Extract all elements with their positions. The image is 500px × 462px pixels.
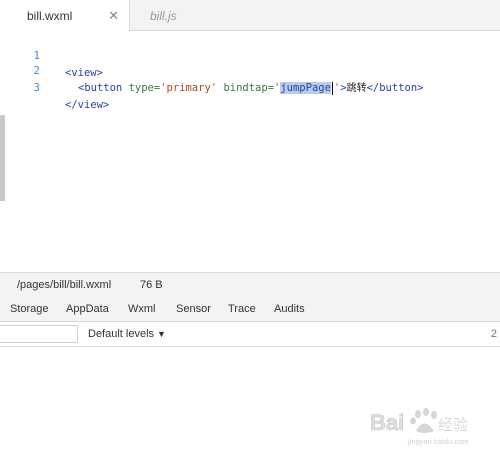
- filter-input[interactable]: [0, 325, 78, 343]
- file-size: 76 B: [140, 279, 163, 291]
- text-cursor: [331, 81, 333, 95]
- tab-wxml[interactable]: Wxml: [128, 297, 156, 322]
- caret-down-icon: ▼: [157, 329, 166, 339]
- svg-text:jingyan.baidu.com: jingyan.baidu.com: [407, 437, 468, 446]
- tab-appdata[interactable]: AppData: [66, 297, 109, 322]
- debugger-tab-bar: Storage AppData Wxml Sensor Trace Audits: [0, 297, 500, 322]
- svg-text:Bai: Bai: [370, 410, 404, 435]
- view-open-tag: <view>: [65, 67, 103, 79]
- tab-bill-wxml[interactable]: bill.wxml ✕: [0, 0, 130, 32]
- close-icon[interactable]: ✕: [108, 0, 119, 32]
- tab-storage[interactable]: Storage: [10, 297, 49, 322]
- code-line: 3 </view>: [0, 63, 110, 111]
- code-text: </view>: [65, 97, 109, 114]
- levels-label: Default levels: [88, 328, 155, 340]
- tab-trace[interactable]: Trace: [228, 297, 256, 322]
- type-attribute: type=: [128, 82, 161, 94]
- status-bar: /pages/bill/bill.wxml 76 B: [0, 272, 500, 297]
- log-levels-dropdown[interactable]: Default levels ▼: [88, 322, 166, 347]
- view-close-tag: </view>: [65, 99, 110, 111]
- svg-text:经验: 经验: [438, 416, 468, 434]
- console-toolbar: Default levels ▼ 2: [0, 322, 500, 347]
- bindtap-attribute: bindtap=: [223, 82, 275, 94]
- baidu-jingyan-watermark: Bai 经验 jingyan.baidu.com: [368, 404, 478, 448]
- file-path: /pages/bill/bill.wxml: [17, 279, 112, 291]
- tab-bill-js[interactable]: bill.js: [150, 0, 240, 31]
- tab-sensor[interactable]: Sensor: [176, 297, 211, 322]
- button-text: 跳转: [346, 83, 367, 94]
- tab-label: bill.js: [150, 9, 177, 23]
- button-close-tag: </button>: [366, 82, 424, 94]
- editor-tab-bar: bill.wxml ✕ bill.js: [0, 0, 500, 32]
- selected-text: jumpPage: [280, 82, 331, 94]
- tab-label: bill.wxml: [27, 9, 73, 23]
- message-count: 2: [490, 328, 497, 340]
- type-value: 'primary': [160, 82, 218, 94]
- code-editor[interactable]: 1 <view> 2 <button type='primary' bindta…: [0, 31, 500, 272]
- code-text: <button type='primary' bindtap='jumpPage…: [78, 80, 423, 97]
- code-line: 2 <button type='primary' bindtap='jumpPa…: [0, 46, 423, 95]
- line-number: 3: [33, 82, 40, 94]
- button-open-tag: <button: [78, 82, 123, 94]
- tab-audits[interactable]: Audits: [274, 297, 305, 322]
